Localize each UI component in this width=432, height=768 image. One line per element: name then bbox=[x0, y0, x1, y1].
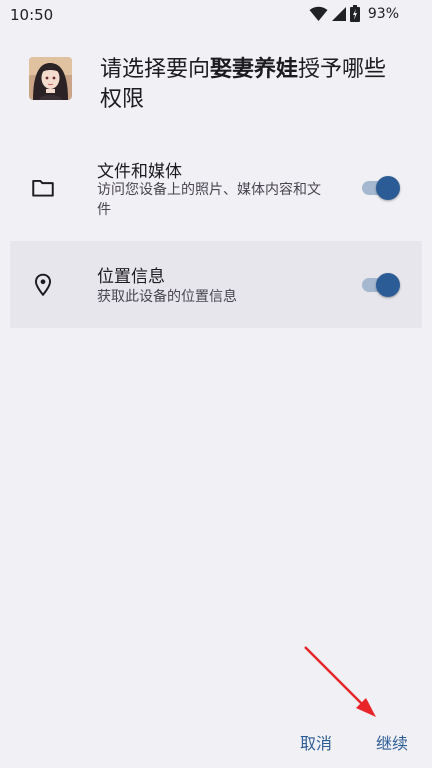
battery-percent: 93% bbox=[367, 6, 399, 22]
signal-icon bbox=[332, 6, 346, 21]
permission-row-location[interactable]: 位置信息 获取此设备的位置信息 bbox=[10, 241, 422, 328]
status-icons bbox=[309, 5, 360, 22]
app-name: 娶妻养娃 bbox=[210, 57, 299, 82]
toggle-thumb bbox=[376, 176, 400, 200]
continue-button[interactable]: 继续 bbox=[376, 730, 408, 754]
files-media-toggle[interactable] bbox=[362, 175, 400, 201]
location-toggle[interactable] bbox=[362, 272, 400, 298]
dialog-title: 请选择要向娶妻养娃授予哪些权限 bbox=[100, 55, 400, 115]
annotation-arrow bbox=[304, 646, 376, 717]
permission-title: 文件和媒体 bbox=[97, 162, 182, 182]
permission-row-files-media[interactable]: 文件和媒体 访问您设备上的照片、媒体内容和文件 bbox=[10, 142, 422, 234]
permission-title: 位置信息 bbox=[97, 267, 165, 287]
folder-icon bbox=[32, 179, 54, 197]
cancel-button[interactable]: 取消 bbox=[300, 730, 332, 754]
toggle-thumb bbox=[376, 273, 400, 297]
permission-dialog-screen: 10:50 93% 请选择要向娶妻养娃授予哪些权限 文件和媒体 访问您设备上的照… bbox=[0, 0, 432, 768]
permission-description: 访问您设备上的照片、媒体内容和文件 bbox=[97, 182, 321, 218]
status-time: 10:50 bbox=[10, 6, 54, 24]
permission-description: 获取此设备的位置信息 bbox=[97, 289, 237, 305]
app-icon bbox=[29, 57, 72, 100]
title-prefix: 请选择要向 bbox=[100, 57, 211, 82]
wifi-icon bbox=[309, 6, 328, 21]
battery-icon bbox=[350, 5, 360, 22]
status-bar: 10:50 93% bbox=[0, 0, 432, 30]
location-pin-icon bbox=[34, 273, 52, 297]
